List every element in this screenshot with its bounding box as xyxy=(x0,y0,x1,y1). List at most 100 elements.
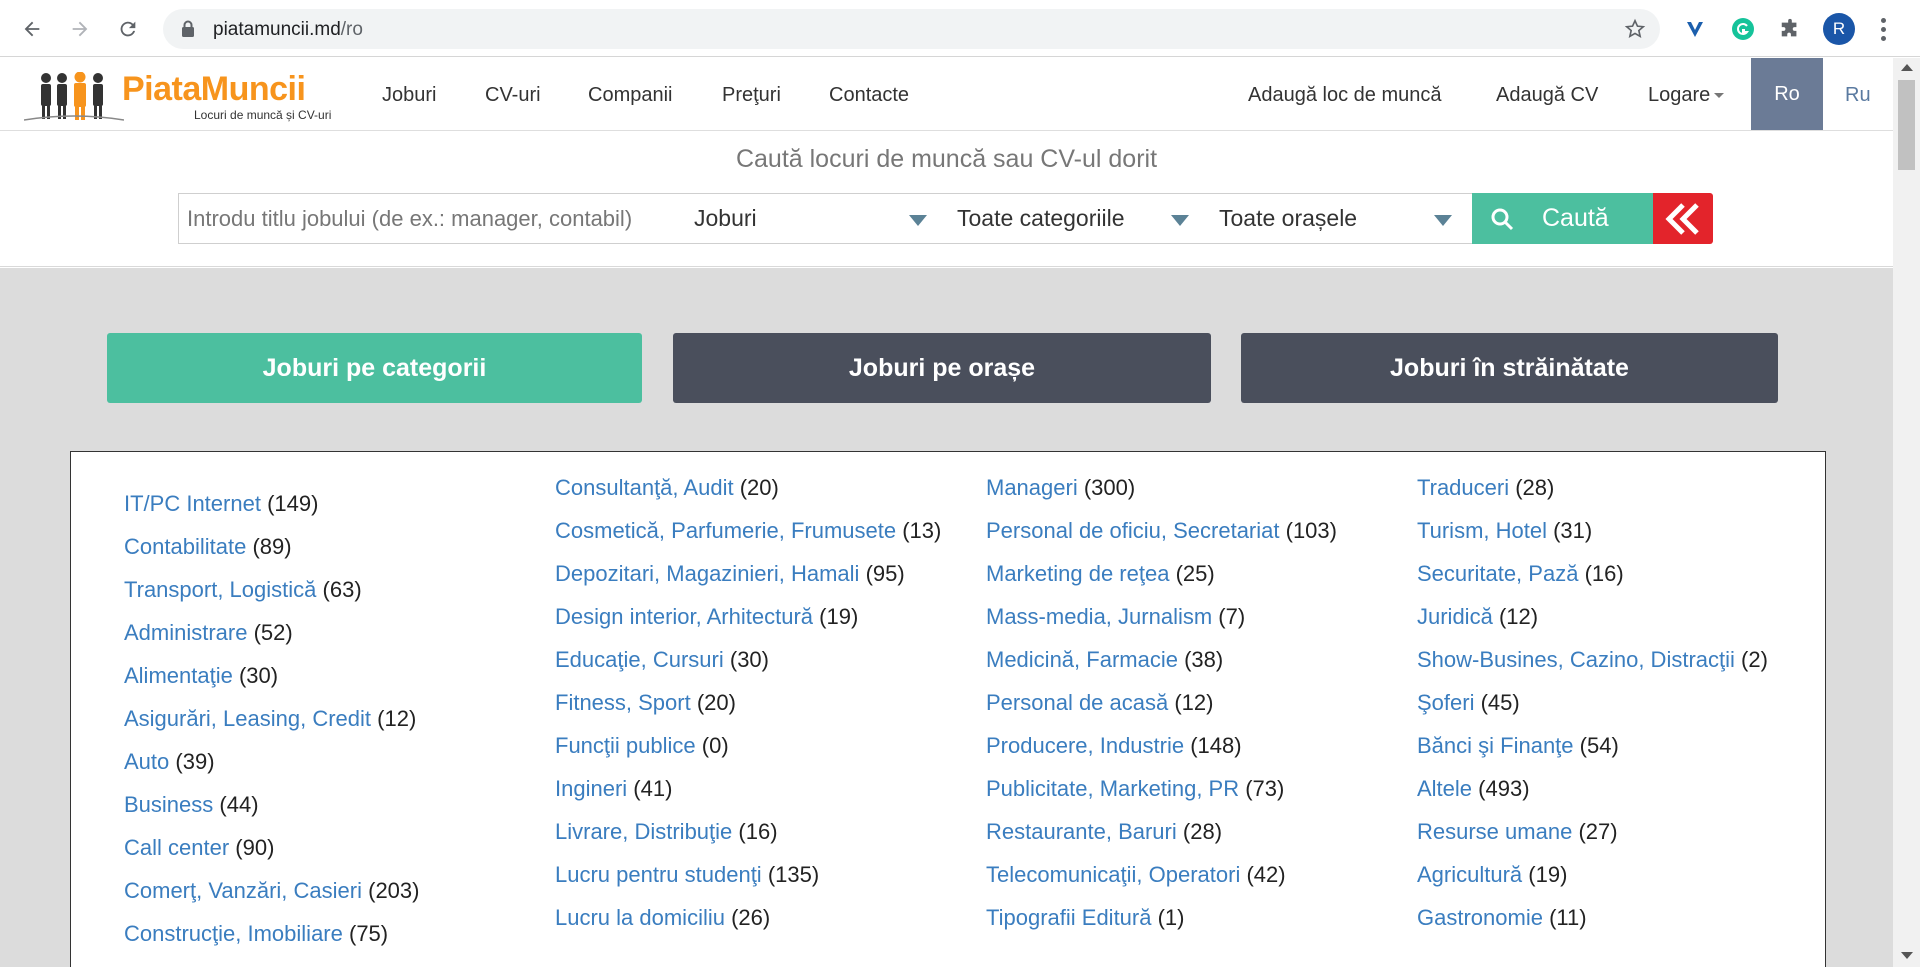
category-link[interactable]: Resurse umane xyxy=(1417,819,1572,844)
address-bar[interactable]: piatamuncii.md/ro xyxy=(163,9,1660,49)
category-count: (38) xyxy=(1184,647,1224,672)
category-link[interactable]: Alimentaţie xyxy=(124,663,233,688)
scroll-up-icon[interactable] xyxy=(1901,64,1913,71)
category-link[interactable]: Call center xyxy=(124,835,229,860)
category-link[interactable]: IT/PC Internet xyxy=(124,491,261,516)
tab-joburi-in-strainatate[interactable]: Joburi în străinătate xyxy=(1241,333,1778,403)
reload-button[interactable] xyxy=(113,14,143,44)
category-link[interactable]: Manageri xyxy=(986,475,1078,500)
search-button-label: Caută xyxy=(1542,204,1609,232)
category-link[interactable]: Gastronomie xyxy=(1417,905,1543,930)
category-count: (90) xyxy=(235,835,275,860)
category-count: (73) xyxy=(1245,776,1285,801)
category-link[interactable]: Cosmetică, Parfumerie, Frumusete xyxy=(555,518,896,543)
category-link[interactable]: Fitness, Sport xyxy=(555,690,691,715)
collapse-button[interactable] xyxy=(1653,193,1713,244)
category-count: (52) xyxy=(253,620,293,645)
profile-avatar[interactable]: R xyxy=(1823,13,1855,45)
nav-contacte[interactable]: Contacte xyxy=(829,84,909,107)
category-link[interactable]: Livrare, Distribuţie xyxy=(555,819,732,844)
category-link[interactable]: Securitate, Pază xyxy=(1417,561,1578,586)
category-link[interactable]: Bănci şi Finanţe xyxy=(1417,733,1574,758)
lang-ro-button[interactable]: Ro xyxy=(1751,58,1823,130)
city-select[interactable]: Toate orașele xyxy=(1209,193,1473,244)
add-cv-link[interactable]: Adaugă CV xyxy=(1496,84,1598,107)
back-button[interactable] xyxy=(17,14,47,44)
category-link[interactable]: Publicitate, Marketing, PR xyxy=(986,776,1239,801)
nav-cv-uri[interactable]: CV-uri xyxy=(485,84,541,107)
category-item: Lucru pentru studenţi (135) xyxy=(555,861,955,889)
category-link[interactable]: Producere, Industrie xyxy=(986,733,1184,758)
category-link[interactable]: Tipografii Editură xyxy=(986,905,1151,930)
extension-heart-icon[interactable] xyxy=(1680,14,1710,44)
category-link[interactable]: Agricultură xyxy=(1417,862,1522,887)
category-select[interactable]: Toate categoriile xyxy=(947,193,1210,244)
category-item: Livrare, Distribuţie (16) xyxy=(555,818,955,846)
bookmark-star-icon[interactable] xyxy=(1624,18,1646,40)
lang-ru-link[interactable]: Ru xyxy=(1845,84,1871,107)
category-column-2: Consultanţă, Audit (20) Cosmetică, Parfum… xyxy=(555,474,955,947)
category-link[interactable]: Marketing de reţea xyxy=(986,561,1169,586)
category-item: Auto (39) xyxy=(124,748,544,776)
category-link[interactable]: Traduceri xyxy=(1417,475,1509,500)
nav-companii[interactable]: Companii xyxy=(588,84,672,107)
category-link[interactable]: Personal de acasă xyxy=(986,690,1168,715)
category-link[interactable]: Medicină, Farmacie xyxy=(986,647,1178,672)
category-count: (16) xyxy=(1584,561,1624,586)
category-link[interactable]: Educaţie, Cursuri xyxy=(555,647,724,672)
category-item: Agricultură (19) xyxy=(1417,861,1837,889)
category-link[interactable]: Business xyxy=(124,792,213,817)
forward-button[interactable] xyxy=(65,14,95,44)
category-link[interactable]: Show-Busines, Cazino, Distracţii xyxy=(1417,647,1735,672)
category-item: Bănci şi Finanţe (54) xyxy=(1417,732,1837,760)
category-count: (39) xyxy=(175,749,215,774)
category-link[interactable]: Contabilitate xyxy=(124,534,246,559)
dropdown-triangle-icon xyxy=(909,215,927,226)
category-link[interactable]: Mass-media, Jurnalism xyxy=(986,604,1212,629)
search-section: Caută locuri de muncă sau CV-ul dorit Jo… xyxy=(0,131,1893,267)
category-link[interactable]: Consultanţă, Audit xyxy=(555,475,734,500)
extensions-puzzle-icon[interactable] xyxy=(1775,14,1805,44)
tab-joburi-pe-orase[interactable]: Joburi pe orașe xyxy=(673,333,1211,403)
category-link[interactable]: Auto xyxy=(124,749,169,774)
category-link[interactable]: Restaurante, Baruri xyxy=(986,819,1177,844)
type-select[interactable]: Joburi xyxy=(684,193,948,244)
category-link[interactable]: Ingineri xyxy=(555,776,627,801)
site-logo[interactable]: PiataMuncii Locuri de muncă și CV-uri xyxy=(24,68,344,124)
category-link[interactable]: Funcţii publice xyxy=(555,733,696,758)
category-link[interactable]: Comerţ, Vanzări, Casieri xyxy=(124,878,362,903)
category-link[interactable]: Administrare xyxy=(124,620,247,645)
scroll-thumb[interactable] xyxy=(1898,80,1915,170)
category-link[interactable]: Turism, Hotel xyxy=(1417,518,1547,543)
category-link[interactable]: Şoferi xyxy=(1417,690,1474,715)
tab-joburi-pe-categorii[interactable]: Joburi pe categorii xyxy=(107,333,642,403)
category-count: (7) xyxy=(1218,604,1246,629)
category-link[interactable]: Construcţie, Imobiliare xyxy=(124,921,343,946)
category-link[interactable]: Transport, Logistică xyxy=(124,577,316,602)
category-item: Comerţ, Vanzări, Casieri (203) xyxy=(124,877,544,905)
category-count: (11) xyxy=(1549,905,1587,930)
forward-arrow-icon xyxy=(72,21,88,37)
nav-joburi[interactable]: Joburi xyxy=(382,84,436,107)
category-link[interactable]: Telecomunicaţii, Operatori xyxy=(986,862,1240,887)
category-link[interactable]: Lucru pentru studenţi xyxy=(555,862,762,887)
login-dropdown[interactable]: Logare xyxy=(1648,84,1725,107)
category-link[interactable]: Design interior, Arhitectură xyxy=(555,604,813,629)
page-scrollbar[interactable] xyxy=(1893,58,1920,967)
add-job-link[interactable]: Adaugă loc de muncă xyxy=(1248,84,1441,107)
grammarly-icon[interactable] xyxy=(1728,14,1758,44)
category-link[interactable]: Altele xyxy=(1417,776,1472,801)
category-link[interactable]: Personal de oficiu, Secretariat xyxy=(986,518,1280,543)
browser-menu-icon[interactable] xyxy=(1873,14,1893,44)
browser-toolbar: piatamuncii.md/ro R xyxy=(0,0,1920,57)
search-button[interactable]: Caută xyxy=(1472,193,1654,244)
category-link[interactable]: Asigurări, Leasing, Credit xyxy=(124,706,371,731)
nav-preturi[interactable]: Preţuri xyxy=(722,84,781,107)
scroll-down-icon[interactable] xyxy=(1901,952,1913,959)
category-link[interactable]: Depozitari, Magazinieri, Hamali xyxy=(555,561,859,586)
category-link[interactable]: Lucru la domiciliu xyxy=(555,905,725,930)
category-item: Consultanţă, Audit (20) xyxy=(555,474,955,502)
category-link[interactable]: Juridică xyxy=(1417,604,1493,629)
category-item: Ingineri (41) xyxy=(555,775,955,803)
job-title-input[interactable] xyxy=(178,193,685,244)
